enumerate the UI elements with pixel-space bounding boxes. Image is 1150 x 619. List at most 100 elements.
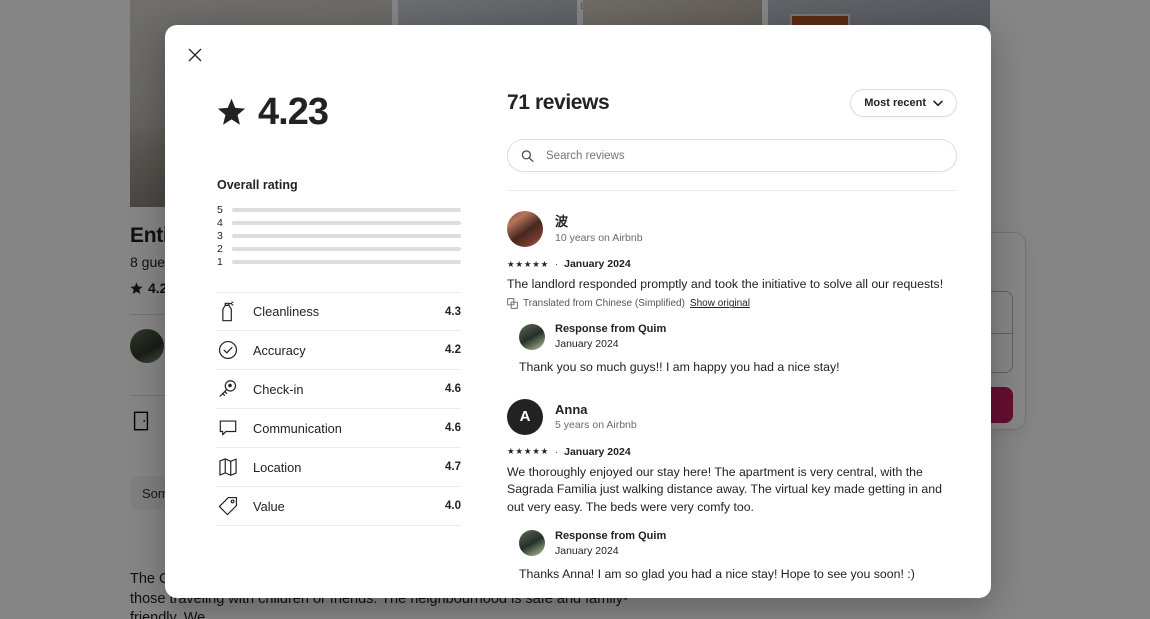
avatar: [507, 211, 543, 247]
translation-note-label: Translated from Chinese (Simplified): [523, 298, 685, 310]
host-response: Response from Quim January 2024 Thank you …: [519, 323, 957, 376]
avatar-initial: A: [519, 408, 531, 426]
category-rating-row: Cleanliness 4.3: [217, 292, 461, 331]
category-rating-value: 4.3: [445, 305, 461, 318]
histogram-track: [232, 220, 461, 225]
histogram-row-2: 2: [217, 242, 461, 255]
tag-icon: [217, 495, 239, 517]
category-rating-label: Check-in: [253, 381, 304, 397]
category-rating-row: Location 4.7: [217, 448, 461, 487]
host-response-name: Response from Quim: [555, 323, 667, 336]
host-response-name: Response from Quim: [555, 530, 667, 543]
histogram-track: [232, 207, 461, 212]
category-rating-value: 4.6: [445, 422, 461, 434]
review-text: The landlord responded promptly and took…: [507, 277, 944, 291]
star-rating-icons: ★★★★★: [507, 446, 550, 457]
category-ratings-list: Cleanliness 4.3 Accuracy 4.2 Check-in 4.6 Comm…: [217, 292, 461, 526]
category-rating-row: Accuracy 4.2: [217, 331, 461, 370]
reviewer-header[interactable]: A Anna 5 years on Airbnb: [507, 398, 957, 435]
separator-dot: ·: [555, 446, 559, 457]
histogram-track: [232, 246, 461, 251]
rating-histogram: 54321: [217, 203, 461, 268]
map-icon: [217, 456, 239, 478]
category-rating-row: Check-in 4.6: [217, 370, 461, 409]
star-icon: [217, 98, 246, 127]
reviewer-name: 波: [555, 214, 569, 230]
chevron-down-icon: [933, 100, 943, 107]
check-circle-icon: [217, 339, 239, 361]
reviews-list: 波 10 years on Airbnb ★★★★★ · January 2024 The…: [507, 211, 957, 583]
reviewer-meta: 10 years on Airbnb: [555, 231, 643, 244]
reviewer-info: Anna 5 years on Airbnb: [555, 402, 637, 431]
category-rating-value: 4.6: [445, 383, 461, 395]
host-response-info: Response from Quim January 2024: [555, 323, 666, 350]
search-input[interactable]: [507, 139, 957, 172]
reviews-modal: 4.23 Overall rating 54321 Cleanliness 4.3…: [165, 25, 991, 598]
histogram-label: 3: [217, 229, 223, 242]
modal-body: 4.23 Overall rating 54321 Cleanliness 4.3…: [165, 25, 991, 598]
avatar: [519, 530, 545, 557]
category-rating-row: Communication 4.6: [217, 409, 461, 448]
review-date: January 2024: [564, 258, 631, 270]
category-rating-value: 4.7: [445, 461, 461, 473]
translate-icon: [507, 298, 518, 310]
reviews-header: 71 reviews Most recent: [507, 89, 957, 117]
key-icon: [217, 378, 239, 400]
overall-rating-value: 4.23: [258, 91, 329, 133]
category-rating-value: 4.0: [445, 500, 461, 512]
category-rating-row: Value 4.0: [217, 487, 461, 526]
histogram-row-1: 1: [217, 255, 461, 268]
reviews-count: 71 reviews: [507, 91, 610, 114]
host-response-header: Response from Quim January 2024: [519, 323, 957, 350]
reviewer-name: Anna: [555, 402, 588, 418]
divider: [507, 190, 957, 191]
review-rating-line: ★★★★★ · January 2024: [507, 446, 957, 458]
separator-dot: ·: [555, 259, 559, 269]
histogram-row-5: 5: [217, 203, 461, 216]
ratings-summary-panel: 4.23 Overall rating 54321 Cleanliness 4.3…: [165, 71, 489, 598]
histogram-label: 4: [217, 216, 223, 229]
histogram-label: 1: [217, 255, 223, 268]
review-text: We thoroughly enjoyed our stay here! The…: [507, 464, 942, 514]
review-item: A Anna 5 years on Airbnb ★★★★★ · January 2024…: [507, 398, 957, 584]
histogram-row-4: 4: [217, 216, 461, 229]
host-response-date: January 2024: [555, 338, 619, 351]
reviewer-header[interactable]: 波 10 years on Airbnb: [507, 211, 957, 247]
review-date: January 2024: [564, 445, 631, 458]
host-response-text: Thank you so much guys!! I am happy you …: [519, 360, 840, 375]
review-item: 波 10 years on Airbnb ★★★★★ · January 2024 The…: [507, 211, 957, 377]
search-reviews-wrapper: [507, 139, 957, 172]
spray-bottle-icon: [217, 301, 239, 323]
host-response-text: Thanks Anna! I am so glad you had a nice…: [519, 566, 915, 581]
host-response-info: Response from Quim January 2024: [555, 530, 666, 557]
overall-rating-label: Overall rating: [217, 178, 298, 192]
sort-dropdown-label: Most recent: [864, 97, 926, 109]
reviewer-meta: 5 years on Airbnb: [555, 419, 637, 432]
category-rating-label: Cleanliness: [253, 304, 320, 319]
avatar: A: [507, 398, 543, 435]
category-rating-label: Value: [253, 498, 285, 514]
show-original-link[interactable]: Show original: [690, 298, 750, 309]
host-response-header: Response from Quim January 2024: [519, 530, 957, 557]
host-response: Response from Quim January 2024 Thanks Ann…: [519, 530, 957, 583]
histogram-label: 5: [217, 203, 223, 216]
sort-dropdown[interactable]: Most recent: [850, 89, 957, 117]
histogram-label: 2: [217, 242, 223, 255]
translation-note: Translated from Chinese (Simplified) Show…: [507, 298, 957, 309]
category-rating-label: Communication: [253, 420, 342, 436]
review-rating-line: ★★★★★ · January 2024: [507, 258, 957, 270]
category-rating-label: Accuracy: [253, 342, 306, 358]
avatar: [519, 323, 545, 350]
host-response-date: January 2024: [555, 544, 619, 557]
histogram-track: [232, 233, 461, 238]
chat-bubble-icon: [217, 417, 239, 439]
histogram-row-3: 3: [217, 229, 461, 242]
reviews-panel: 71 reviews Most recent Search reviews 波 …: [489, 71, 991, 598]
reviewer-info: 波 10 years on Airbnb: [555, 214, 643, 243]
star-rating-icons: ★★★★★: [507, 258, 550, 269]
histogram-track: [232, 259, 461, 264]
close-icon[interactable]: [179, 39, 211, 71]
category-rating-value: 4.2: [445, 344, 461, 356]
category-rating-label: Location: [253, 459, 302, 475]
overall-rating-block: 4.23: [217, 91, 461, 134]
